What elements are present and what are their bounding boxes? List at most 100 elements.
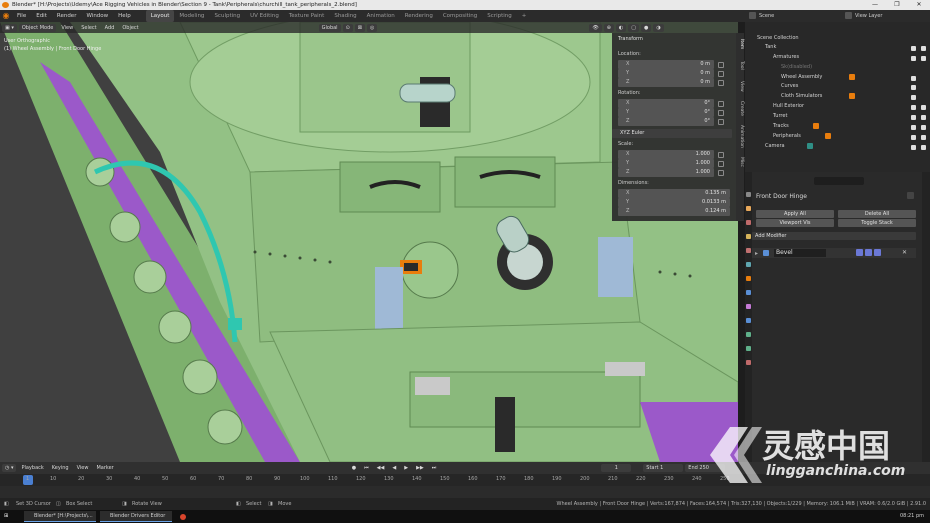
render-camera-icon[interactable] (921, 135, 926, 140)
lock-location-z-icon[interactable] (718, 80, 724, 86)
visibility-eye-icon[interactable] (911, 85, 916, 90)
expand-chevron-icon[interactable]: ▸ (755, 250, 758, 257)
particles-tab-icon[interactable] (746, 304, 751, 309)
viewport-menu-select[interactable]: Select (78, 24, 99, 32)
tab-uv-editing[interactable]: UV Editing (245, 10, 284, 22)
jump-start-icon[interactable]: ⏮ (361, 464, 372, 472)
lock-location-y-icon[interactable] (718, 71, 724, 77)
shading-material-icon[interactable]: ◑ (653, 23, 664, 32)
world-tab-icon[interactable] (746, 262, 751, 267)
timeline-menu-view[interactable]: View (74, 464, 92, 472)
viewport-vis-button[interactable]: Viewport Vis (756, 219, 834, 227)
visibility-eye-icon[interactable] (911, 145, 916, 150)
menu-render[interactable]: Render (52, 10, 82, 22)
apply-all-button[interactable]: Apply All (756, 210, 834, 218)
scale-y-field[interactable]: Y 1.000 (618, 159, 714, 168)
modifier-name-field[interactable]: Bevel (774, 249, 826, 257)
render-tab-icon[interactable] (746, 206, 751, 211)
taskbar-item-blender[interactable]: Blender* [H:\Projects\... (24, 511, 96, 522)
tab-compositing[interactable]: Compositing (438, 10, 482, 22)
material-tab-icon[interactable] (746, 360, 751, 365)
bevel-modifier-header[interactable]: ▸ Bevel ✕ (752, 248, 916, 258)
location-y-field[interactable]: Y0 m (618, 69, 714, 78)
object-tab-icon[interactable] (746, 276, 751, 281)
n-tab-item[interactable]: Item (736, 39, 744, 49)
n-tab-tool[interactable]: Tool (736, 61, 744, 70)
play-reverse-icon[interactable]: ◀ (389, 464, 399, 472)
render-toggle-icon[interactable] (874, 249, 881, 256)
scene-tab-icon[interactable] (746, 248, 751, 253)
visibility-eye-icon[interactable] (911, 46, 916, 51)
blender-menu-icon[interactable]: ◉ (0, 10, 12, 22)
maximize-button[interactable]: ❐ (886, 0, 908, 10)
proportional-edit-icon[interactable]: ◎ (366, 23, 378, 32)
taskbar-item-drivers-editor[interactable]: Blender Drivers Editor (100, 511, 172, 522)
gizmo-icon[interactable]: ⊕ (603, 23, 614, 32)
viewport-menu-view[interactable]: View (58, 24, 76, 32)
tab-texture-paint[interactable]: Texture Paint (284, 10, 330, 22)
tab-scripting[interactable]: Scripting (482, 10, 516, 22)
data-tab-icon[interactable] (746, 346, 751, 351)
record-icon[interactable]: ● (349, 464, 359, 472)
outliner-row-skeleton[interactable]: Sk(disabled) (781, 63, 812, 72)
object-mode-dropdown[interactable]: Object Mode (18, 23, 57, 32)
current-frame-field[interactable]: 1 (601, 464, 632, 472)
timeline-editor-type-button[interactable]: ◷ ▾ (2, 464, 17, 472)
viewport-menu-object[interactable]: Object (119, 24, 141, 32)
render-camera-icon[interactable] (921, 145, 926, 150)
visibility-eye-icon[interactable] (911, 135, 916, 140)
overlay-icon[interactable]: ◐ (615, 23, 627, 32)
close-icon[interactable]: ✕ (902, 249, 907, 256)
tab-rendering[interactable]: Rendering (400, 10, 438, 22)
menu-edit[interactable]: Edit (31, 10, 52, 22)
lock-scale-z-icon[interactable] (718, 170, 724, 176)
transform-orientation-dropdown[interactable]: Global (318, 23, 341, 32)
dimensions-z-field[interactable]: Z 0.124 m (618, 207, 730, 216)
lock-rotation-z-icon[interactable] (718, 119, 724, 125)
editmode-toggle-icon[interactable] (856, 249, 863, 256)
properties-search-input[interactable] (814, 177, 864, 185)
pin-icon[interactable] (907, 192, 914, 199)
browser-app-icon[interactable] (180, 514, 186, 520)
tab-animation[interactable]: Animation (362, 10, 400, 22)
frame-start-field[interactable]: Start 1 (643, 464, 684, 472)
render-camera-icon[interactable] (921, 105, 926, 110)
prev-key-icon[interactable]: ◀◀ (374, 464, 388, 472)
rotation-x-field[interactable]: X 0° (618, 99, 714, 108)
location-z-field[interactable]: Z0 m (618, 78, 714, 87)
xray-icon[interactable]: ▢ (628, 23, 640, 32)
dimensions-x-field[interactable]: X 0.135 m (618, 189, 730, 198)
dimensions-y-field[interactable]: Y 0.0133 m (618, 198, 730, 207)
timeline-menu-marker[interactable]: Marker (93, 464, 116, 472)
visibility-eye-icon[interactable] (911, 115, 916, 120)
snap-icon[interactable]: ⊠ (354, 23, 365, 32)
tool-tab-icon[interactable] (746, 192, 751, 197)
shading-solid-icon[interactable]: ● (641, 23, 652, 32)
n-tab-create[interactable]: Create (736, 101, 744, 116)
next-key-icon[interactable]: ▶▶ (413, 464, 427, 472)
render-camera-icon[interactable] (921, 125, 926, 130)
close-button[interactable]: ✕ (908, 0, 930, 10)
view-layer-tab-icon[interactable] (746, 234, 751, 239)
visibility-eye-icon[interactable] (911, 105, 916, 110)
visibility-eye-icon[interactable] (911, 76, 916, 81)
tab-sculpting[interactable]: Sculpting (209, 10, 245, 22)
lock-location-x-icon[interactable] (718, 62, 724, 68)
tab-shading[interactable]: Shading (329, 10, 361, 22)
timeline-menu-keying[interactable]: Keying (49, 464, 72, 472)
timeline-menu-playback[interactable]: Playback (18, 464, 46, 472)
scale-x-field[interactable]: X 1.000 (618, 150, 714, 159)
scale-z-field[interactable]: Z 1.000 (618, 168, 714, 177)
render-camera-icon[interactable] (921, 46, 926, 51)
n-tab-misc[interactable]: Misc (736, 157, 744, 167)
menu-help[interactable]: Help (113, 10, 136, 22)
lock-scale-y-icon[interactable] (718, 161, 724, 167)
play-icon[interactable]: ▶ (401, 464, 411, 472)
physics-tab-icon[interactable] (746, 318, 751, 323)
outliner-row-curves[interactable]: Curves (781, 82, 798, 91)
rotation-y-field[interactable]: Y 0° (618, 108, 714, 117)
outliner-row-turret[interactable]: Turret (773, 112, 787, 121)
visibility-icon[interactable]: 👁 (589, 23, 602, 32)
outliner-row-scene-collection[interactable]: Scene Collection (757, 34, 799, 43)
toggle-stack-button[interactable]: Toggle Stack (838, 219, 916, 227)
